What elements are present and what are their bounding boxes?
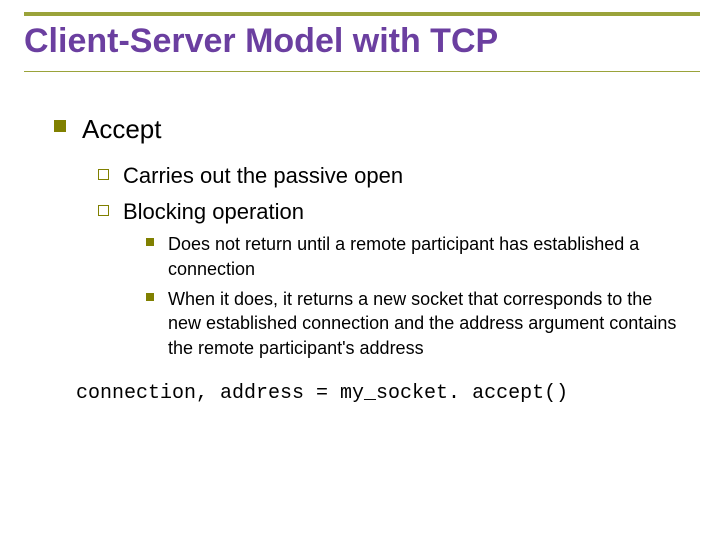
slide-title: Client-Server Model with TCP	[24, 12, 700, 72]
hollow-square-bullet-icon	[98, 205, 109, 216]
list-item: Carries out the passive open	[98, 161, 688, 191]
list-item-label: Does not return until a remote participa…	[168, 232, 684, 281]
list-item-label: Carries out the passive open	[123, 161, 403, 191]
hollow-square-bullet-icon	[98, 169, 109, 180]
list-item-label: Blocking operation	[123, 197, 304, 227]
list-item-label: Accept	[82, 112, 162, 147]
list-item: Does not return until a remote participa…	[146, 232, 688, 281]
square-bullet-icon	[54, 120, 66, 132]
code-line: connection, address = my_socket. accept(…	[76, 382, 688, 405]
square-bullet-icon	[146, 293, 154, 301]
list-item-label: When it does, it returns a new socket th…	[168, 287, 684, 360]
square-bullet-icon	[146, 238, 154, 246]
list-item: Accept	[54, 112, 688, 147]
slide-body: Accept Carries out the passive open Bloc…	[24, 72, 700, 405]
slide: Client-Server Model with TCP Accept Carr…	[0, 0, 720, 540]
list-item: Blocking operation	[98, 197, 688, 227]
list-item: When it does, it returns a new socket th…	[146, 287, 688, 360]
